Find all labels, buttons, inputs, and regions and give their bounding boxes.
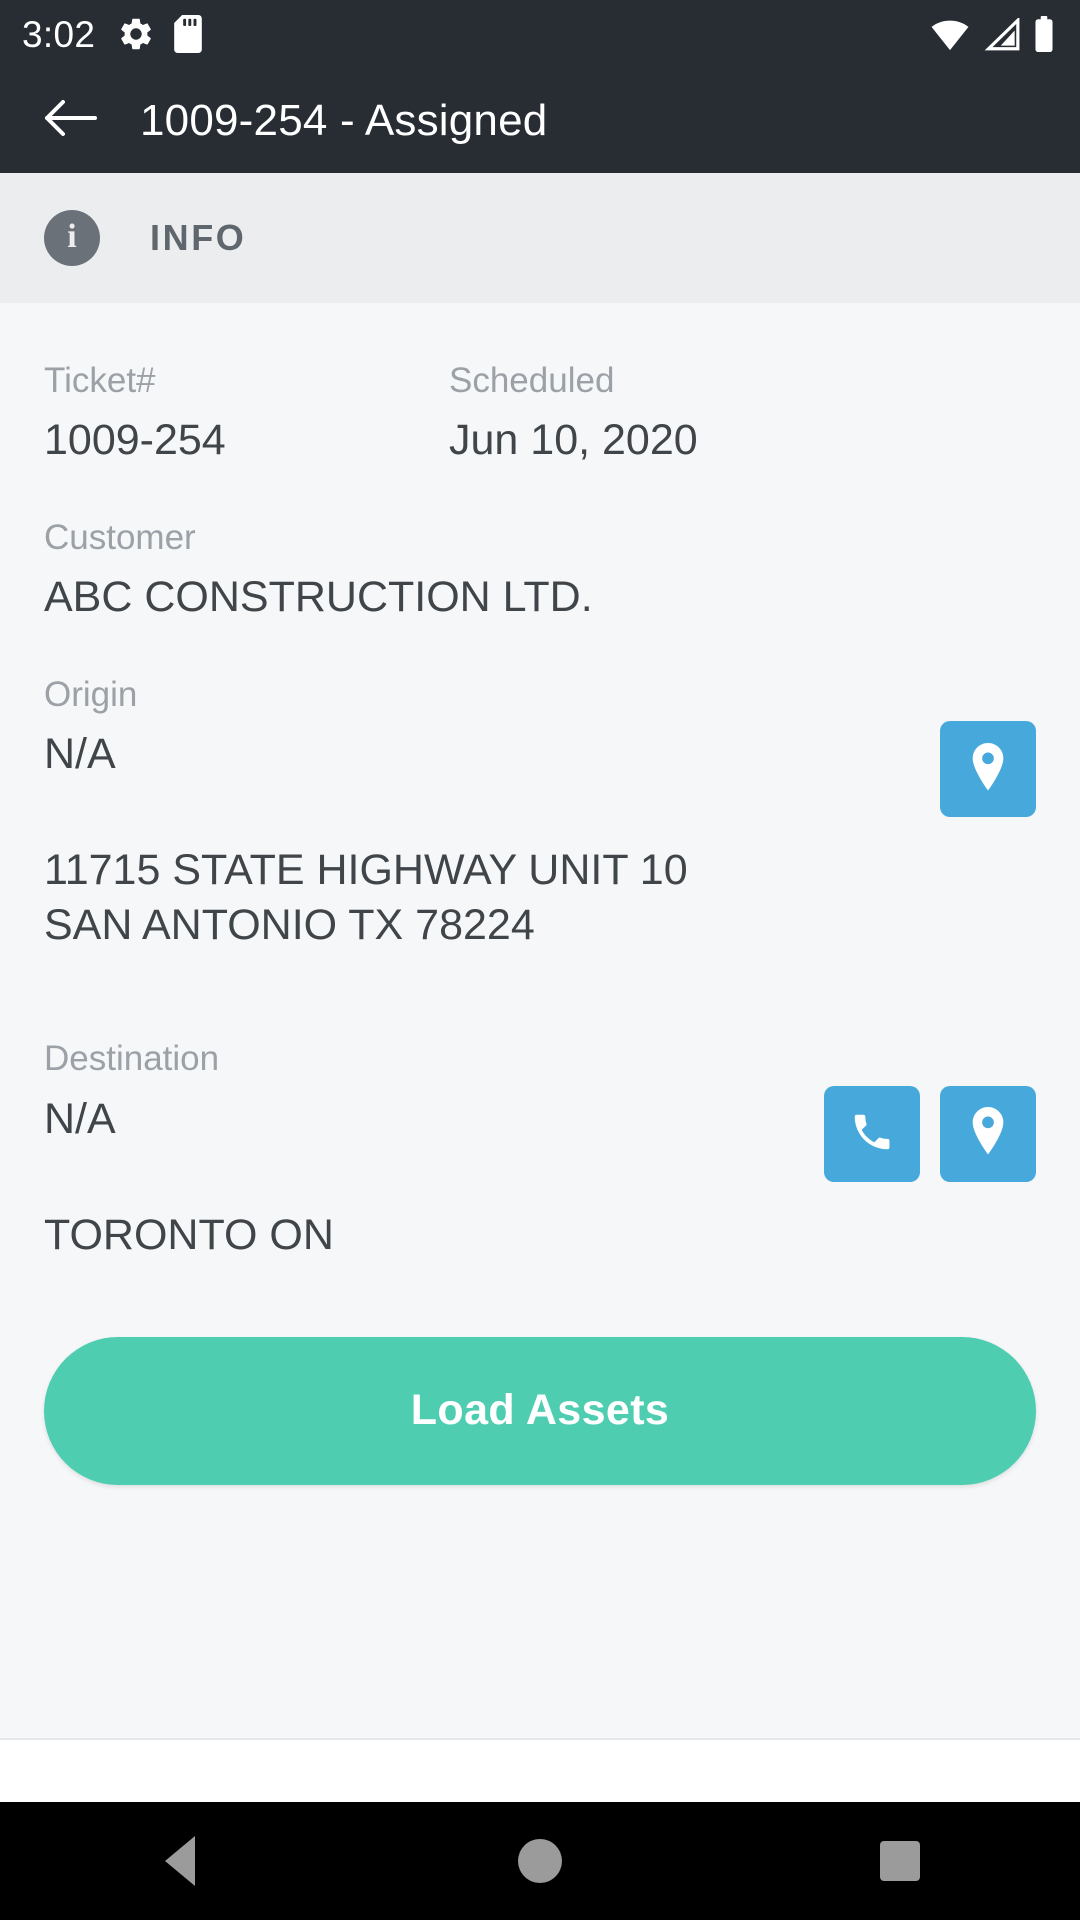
ticket-field: Ticket# 1009-254 (44, 361, 449, 466)
nav-home-button[interactable] (465, 1802, 615, 1920)
destination-field: Destination N/A TORONTO ON (44, 953, 1036, 1262)
destination-actions (824, 1085, 1036, 1182)
gear-icon (117, 15, 155, 53)
destination-call-button[interactable] (824, 1085, 920, 1182)
primary-action-area: Load Assets (44, 1263, 1036, 1485)
nav-recents-button[interactable] (825, 1802, 975, 1920)
origin-label: Origin (44, 674, 138, 714)
nav-recents-square-icon (880, 1841, 920, 1881)
scheduled-field: Scheduled Jun 10, 2020 (449, 361, 1036, 466)
bottom-sheet-edge (0, 1738, 1080, 1802)
info-circle-icon: i (44, 210, 100, 266)
origin-address: 11715 STATE HIGHWAY UNIT 10 SAN ANTONIO … (44, 846, 688, 950)
origin-actions (940, 721, 1036, 818)
tab-info[interactable]: i INFO (0, 173, 1080, 303)
battery-icon (1034, 16, 1054, 52)
origin-field: Origin N/A 11715 STATE HIGHWAY UNIT 10 S… (44, 623, 1036, 953)
origin-row: N/A (44, 715, 1036, 818)
map-pin-icon (967, 742, 1009, 796)
app-bar: 1009-254 - Assigned (0, 68, 1080, 173)
status-clock: 3:02 (22, 13, 96, 55)
wifi-icon (930, 18, 970, 51)
destination-value: N/A (44, 1094, 116, 1143)
destination-text: N/A (44, 1080, 800, 1145)
destination-label: Destination (44, 1039, 220, 1079)
sd-card-icon (173, 15, 203, 53)
ticket-scheduled-row: Ticket# 1009-254 Scheduled Jun 10, 2020 (44, 303, 1036, 466)
scheduled-value: Jun 10, 2020 (449, 416, 698, 465)
ticket-value: 1009-254 (44, 416, 226, 465)
nav-home-circle-icon (518, 1839, 562, 1883)
destination-row: N/A (44, 1080, 1036, 1182)
android-nav-bar (0, 1802, 1080, 1920)
phone-screen: 3:02 1009-254 - Assigned i INFO Ticket# … (0, 0, 1080, 1920)
scheduled-label: Scheduled (449, 361, 615, 400)
origin-map-button[interactable] (940, 721, 1036, 818)
origin-value: N/A (44, 730, 116, 779)
load-assets-button[interactable]: Load Assets (44, 1336, 1036, 1485)
status-bar: 3:02 (0, 0, 1080, 68)
customer-value: ABC CONSTRUCTION LTD. (44, 573, 593, 622)
destination-map-button[interactable] (940, 1085, 1036, 1182)
info-icon-glyph: i (67, 218, 77, 255)
customer-field: Customer ABC CONSTRUCTION LTD. (44, 466, 1036, 623)
status-left-icons (117, 15, 203, 53)
back-button[interactable] (28, 79, 112, 163)
ticket-details-content: Ticket# 1009-254 Scheduled Jun 10, 2020 … (0, 303, 1080, 1802)
ticket-label: Ticket# (44, 361, 156, 400)
destination-address: TORONTO ON (44, 1210, 334, 1259)
tab-info-label: INFO (150, 217, 247, 258)
phone-icon (849, 1109, 895, 1158)
map-pin-icon (967, 1107, 1009, 1160)
cellular-signal-icon (983, 17, 1021, 51)
nav-back-button[interactable] (105, 1802, 255, 1920)
status-right-icons (930, 16, 1054, 52)
page-title: 1009-254 - Assigned (140, 95, 548, 145)
arrow-left-icon (43, 98, 97, 143)
customer-label: Customer (44, 517, 196, 557)
nav-back-triangle-icon (165, 1836, 195, 1886)
origin-text: N/A (44, 715, 916, 780)
